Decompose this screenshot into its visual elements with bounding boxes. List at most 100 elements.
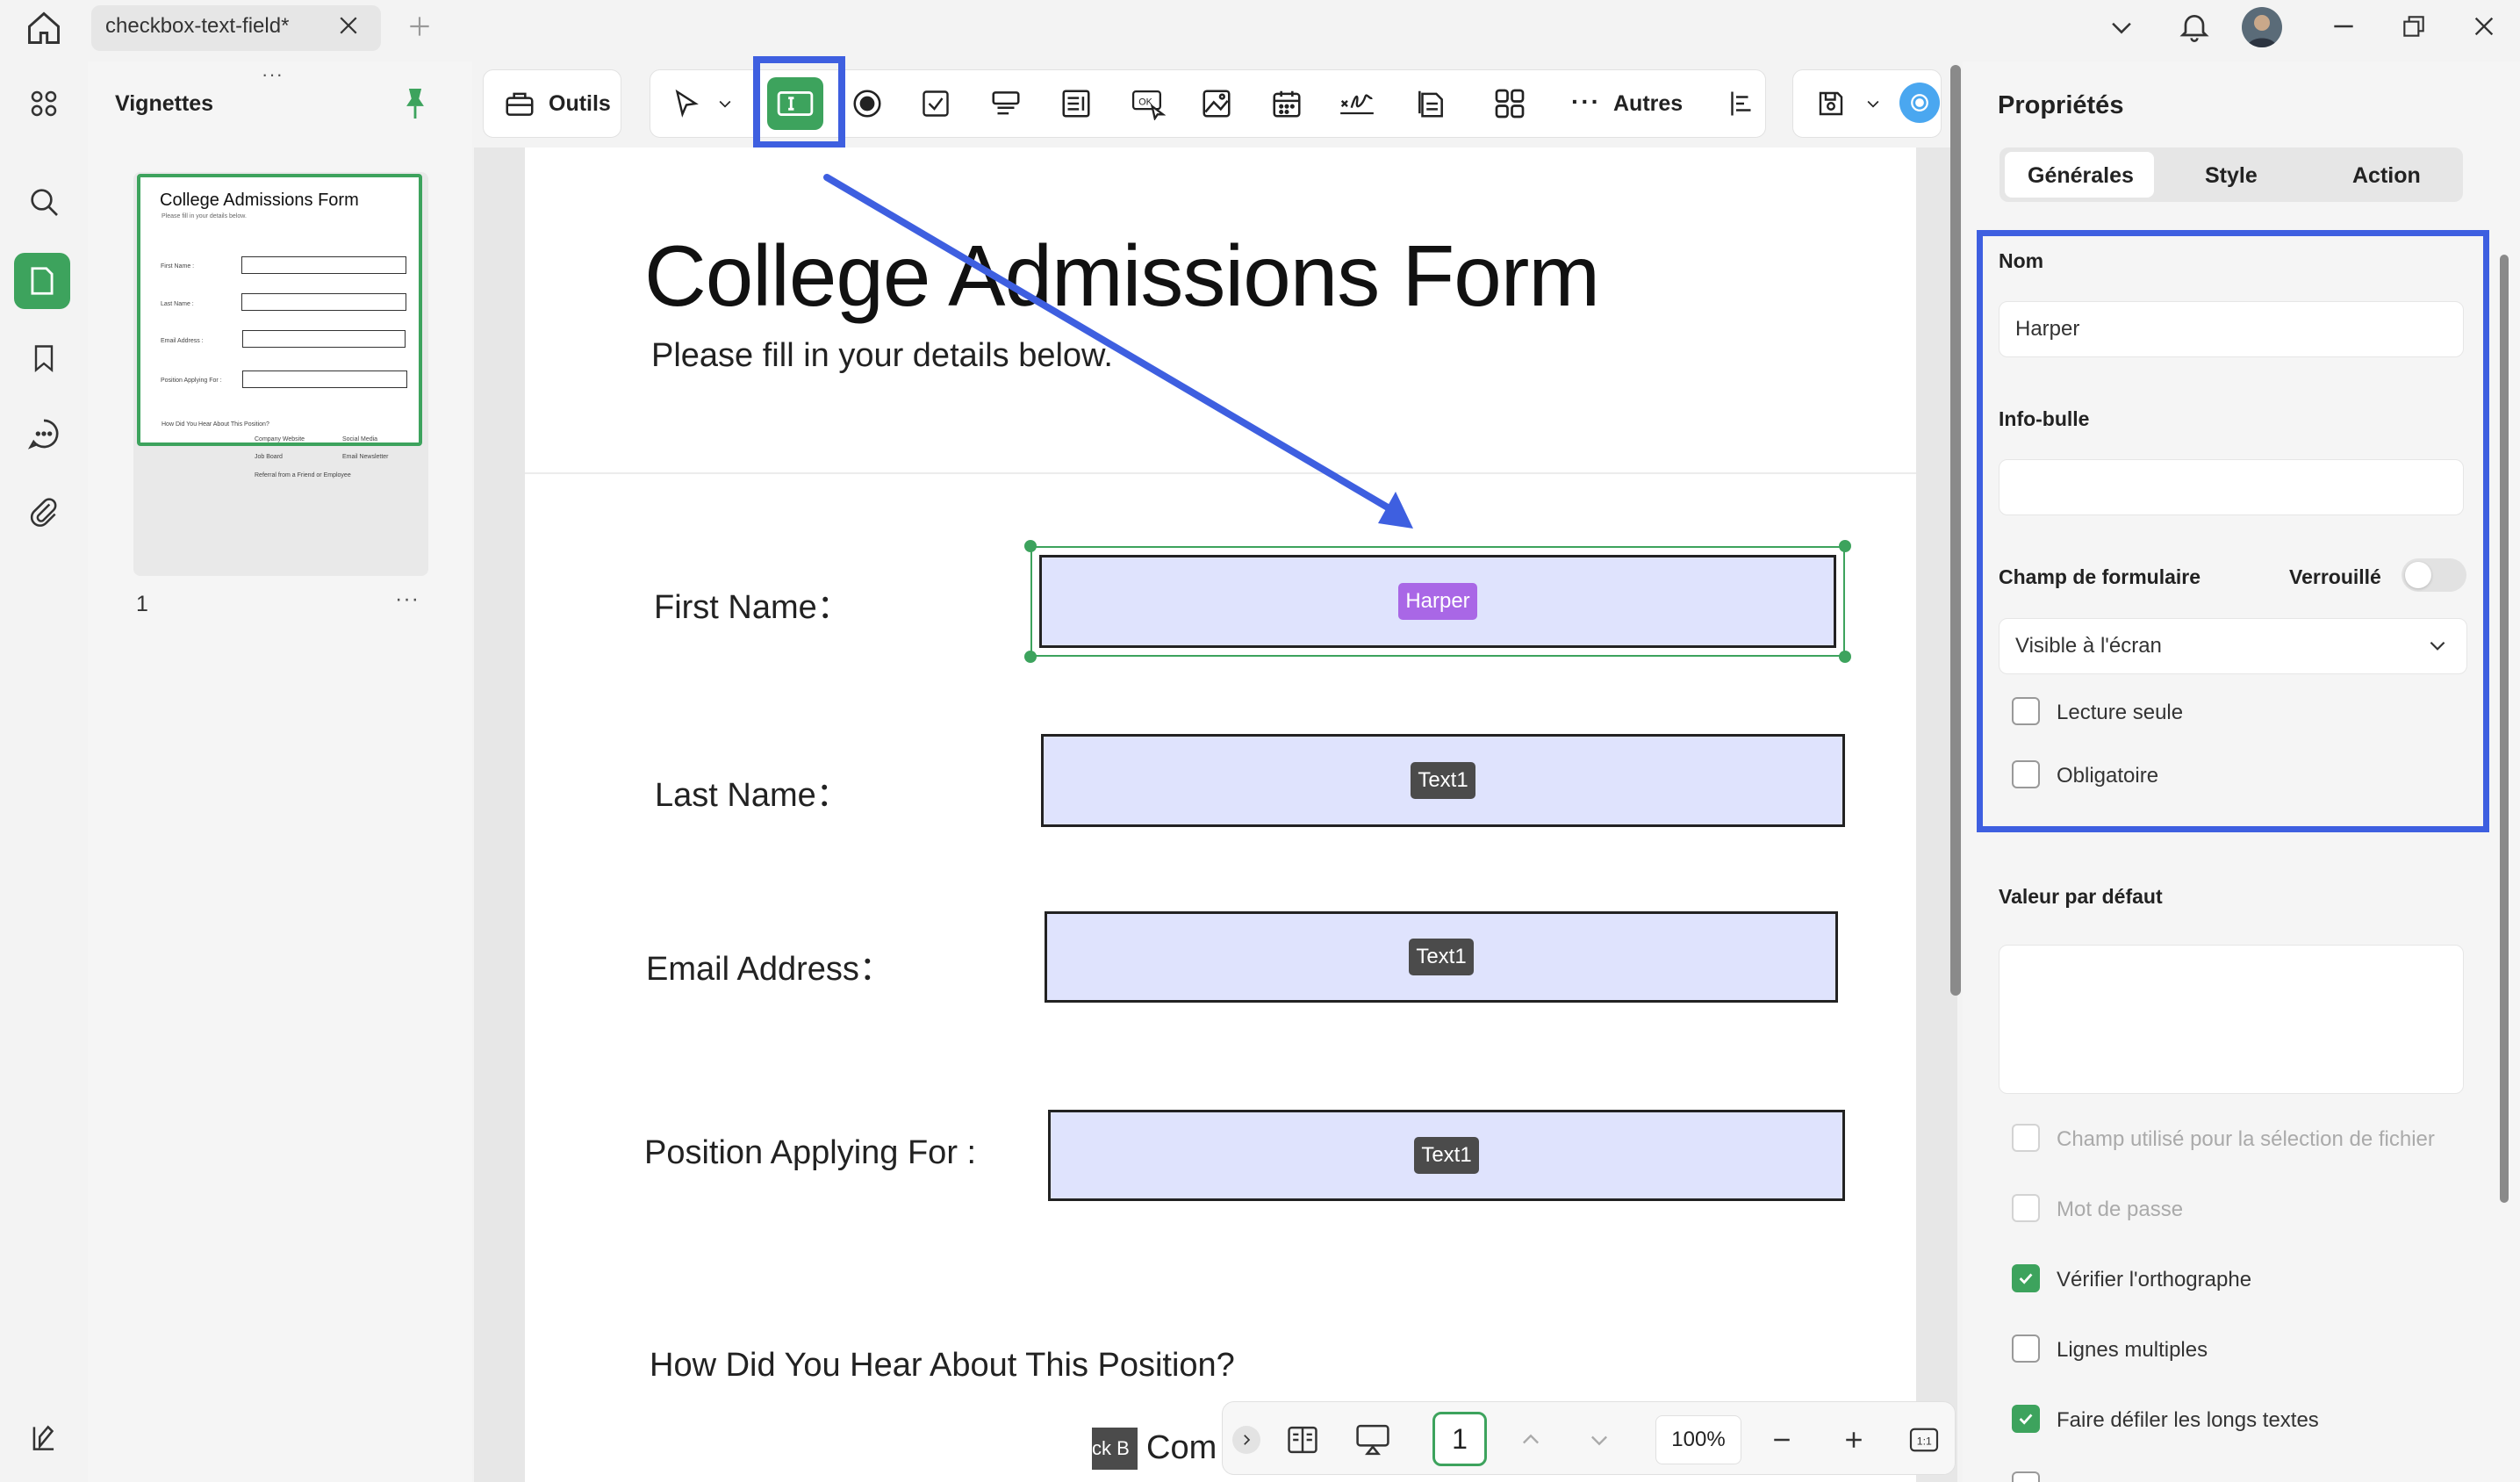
thumbnail-option: Social Media [342,436,378,442]
email-address-field[interactable]: Text1 [1045,911,1838,1003]
document-scrollbar[interactable] [1950,65,1961,996]
close-window-icon[interactable] [2470,12,2498,40]
thumbnail-label: Email Address : [161,338,204,344]
partial-option-label: Com [1146,1429,1217,1466]
chevron-down-icon[interactable] [2426,634,2449,657]
tools-label: Outils [549,91,611,116]
bookmark-icon[interactable] [25,339,63,378]
field-name-tag: Text1 [1414,1137,1479,1174]
resize-handle[interactable] [1839,540,1851,552]
restore-icon[interactable] [2400,12,2428,40]
home-icon[interactable] [25,9,63,47]
spellcheck-checkbox[interactable] [2012,1264,2040,1292]
new-tab-icon[interactable] [406,12,434,40]
tab-action[interactable]: Action [2352,163,2421,189]
previous-page-icon[interactable] [1511,1421,1550,1459]
signature-icon[interactable] [1338,84,1376,123]
tooltip-input[interactable] [1999,459,2464,515]
bell-icon[interactable] [2177,9,2212,44]
zoom-out-icon[interactable] [1763,1421,1801,1459]
thumbnail-option: Email Newsletter [342,454,389,460]
field-name-tag: Harper [1398,583,1477,620]
resize-handle[interactable] [1024,651,1037,663]
toolbox-icon [500,84,539,123]
presentation-icon[interactable] [1353,1421,1392,1459]
first-name-field[interactable]: Harper [1039,555,1836,648]
thumbnail-label: Position Applying For : [161,378,222,384]
thumbnail-more-button[interactable]: ··· [395,586,420,612]
checkbox-tool-icon[interactable] [916,84,955,123]
default-value-input[interactable] [1999,945,2464,1094]
scroll-long-text-checkbox[interactable] [2012,1405,2040,1433]
thumbnail-option: Company Website [255,436,305,442]
thumbnail-label: First Name : [161,263,195,270]
next-checkbox-partial[interactable] [2012,1471,2040,1482]
thumbnail-option: Job Board [255,454,283,460]
required-checkbox[interactable] [2012,760,2040,788]
tab-general[interactable]: Générales [2028,163,2134,189]
radio-button-icon[interactable] [848,84,887,123]
visibility-select[interactable]: Visible à l'écran [1999,618,2467,674]
pages-icon[interactable] [14,253,70,309]
file-select-checkbox[interactable] [2012,1124,2040,1152]
svg-text:1:1: 1:1 [1917,1435,1932,1447]
position-field[interactable]: Text1 [1048,1110,1845,1201]
chevron-down-icon[interactable] [2107,12,2136,42]
thumbnail-field [241,256,406,274]
others-label[interactable]: Autres [1613,91,1683,117]
pin-icon[interactable] [400,86,430,121]
actual-size-icon[interactable]: 1:1 [1905,1421,1943,1459]
read-only-checkbox[interactable] [2012,697,2040,725]
image-field-icon[interactable] [1197,84,1236,123]
button-tool-icon[interactable]: OK [1129,84,1167,123]
multiline-label: Lignes multiples [2057,1338,2208,1362]
reading-mode-icon[interactable] [1283,1421,1322,1459]
thumbnail-subtitle: Please fill in your details below. [162,213,247,219]
read-only-label: Lecture seule [2057,701,2184,724]
multiline-checkbox[interactable] [2012,1335,2040,1363]
properties-scrollbar[interactable] [2500,255,2509,1203]
grid-apps-icon[interactable] [25,84,63,123]
minimize-icon[interactable] [2330,12,2358,40]
close-tab-icon[interactable] [335,12,362,39]
name-input[interactable]: Harper [1999,301,2464,357]
sidebar-toggle-icon[interactable] [25,1419,63,1457]
required-label: Obligatoire [2057,764,2159,788]
locked-label: Verrouillé [2289,565,2381,588]
last-name-field[interactable]: Text1 [1041,734,1845,827]
spellcheck-label: Vérifier l'orthographe [2057,1268,2252,1291]
visibility-value: Visible à l'écran [2015,634,2162,658]
zoom-level[interactable]: 100% [1655,1415,1741,1464]
comments-icon[interactable] [25,414,63,453]
more-dots-icon[interactable]: ··· [1571,88,1601,116]
next-page-icon[interactable] [1580,1421,1619,1459]
list-box-icon[interactable] [1057,84,1095,123]
resize-handle[interactable] [1024,540,1037,552]
search-icon[interactable] [25,183,63,221]
name-label: Nom [1999,249,2044,272]
partial-checkbox-tag: ck B [1092,1428,1138,1470]
tab-style[interactable]: Style [2205,163,2258,189]
resize-handle[interactable] [1839,651,1851,663]
password-checkbox[interactable] [2012,1194,2040,1222]
form-recognition-icon[interactable] [1411,84,1450,123]
ai-assistant-icon[interactable] [1899,83,1940,123]
combo-box-icon[interactable] [987,84,1025,123]
chevron-down-icon[interactable] [1864,95,1882,112]
annotation-arrow [816,167,1431,536]
expand-icon[interactable] [1232,1426,1260,1454]
page-number-input[interactable]: 1 [1432,1412,1487,1466]
attachment-icon[interactable] [25,493,63,532]
thumbnail-title: College Admissions Form [160,191,359,210]
save-icon[interactable] [1812,84,1850,123]
chevron-down-icon[interactable] [716,95,734,112]
select-arrow-icon[interactable] [667,84,706,123]
panel-drag-handle[interactable]: ··· [262,63,284,86]
align-icon[interactable] [1722,84,1761,123]
date-field-icon[interactable] [1267,84,1306,123]
grid-icon[interactable] [1490,84,1529,123]
zoom-in-icon[interactable] [1834,1421,1873,1459]
locked-toggle-knob [2405,562,2431,588]
field-name-tag: Text1 [1411,762,1475,799]
avatar[interactable] [2242,7,2282,47]
